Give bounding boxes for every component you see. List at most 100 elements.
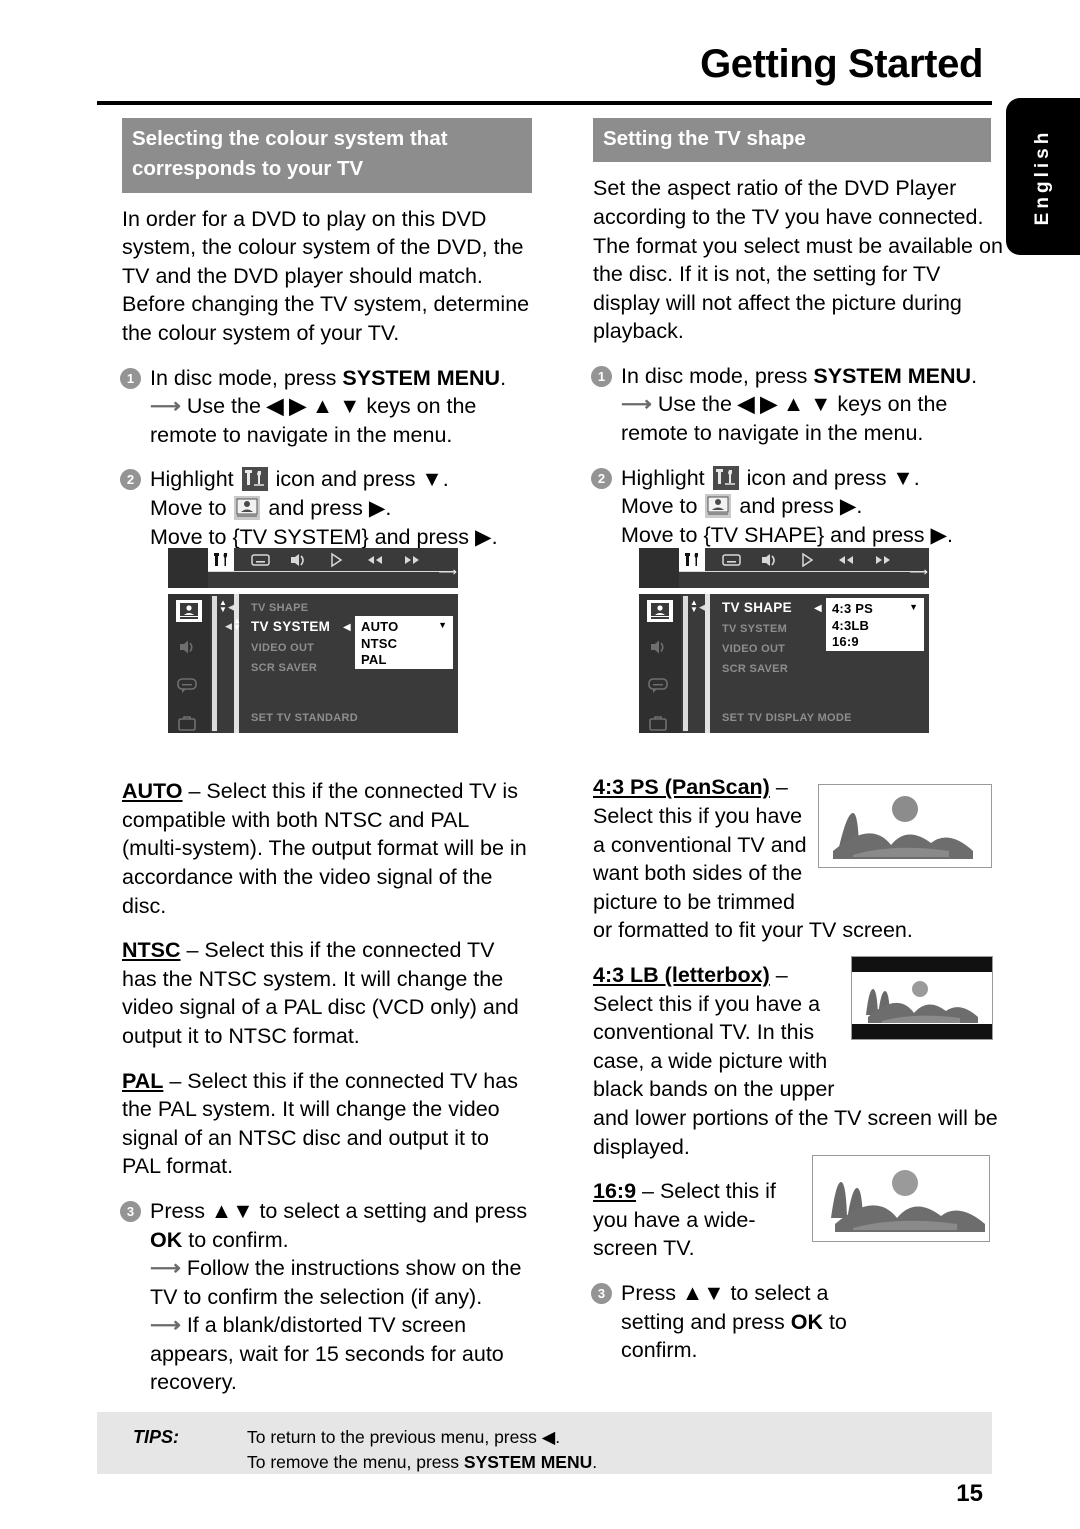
popup-left-caret-icon: ◀	[814, 603, 822, 614]
subtitle-category-icon[interactable]	[176, 676, 202, 698]
osd-top-toolbar: ⟶	[639, 548, 929, 588]
menu-item-scr-saver[interactable]: SCR SAVER	[251, 662, 317, 674]
left-step-1: 1 In disc mode, press SYSTEM MENU. ⟶ Use…	[120, 364, 532, 450]
tools-icon[interactable]	[212, 552, 233, 568]
option-term-ps: 4:3 PS (PanScan)	[593, 775, 770, 800]
tips-line-1: To return to the previous menu, press ◀.	[247, 1427, 561, 1447]
audio-category-icon[interactable]	[647, 638, 673, 660]
osd-category-rail	[168, 594, 210, 733]
menu-updown-indicator: ▲ ▼	[233, 616, 241, 632]
osd-category-rail	[639, 594, 681, 733]
step-text-before: Press ▲▼ to select a setting and press	[150, 1198, 528, 1223]
arrow-icon: ⟶	[150, 1256, 181, 1281]
step-text-after: .	[971, 363, 978, 388]
step-line2-after: and press ▶.	[733, 494, 863, 519]
osd-toolbar-gutter	[639, 548, 679, 588]
right-option-ps: 4:3 PS (PanScan) – Select this if you ha…	[593, 773, 818, 916]
video-category-icon[interactable]	[176, 600, 202, 622]
popup-option-ntsc[interactable]: NTSC	[361, 636, 447, 653]
audio-category-icon[interactable]	[176, 638, 202, 660]
language-tab: English	[1006, 98, 1080, 255]
preferences-category-icon[interactable]	[647, 714, 673, 736]
widescreen-thumbnail	[812, 1155, 990, 1242]
left-step-3: 3 Press ▲▼ to select a setting and press…	[120, 1197, 532, 1397]
tips-box: TIPS: To return to the previous menu, pr…	[97, 1412, 992, 1474]
fast-forward-icon[interactable]	[873, 552, 894, 568]
step-line2-before: Move to	[150, 496, 233, 520]
tips-label: TIPS:	[133, 1427, 180, 1447]
osd-body: ▲ ▼ ◀ TV SHAPE TV SYSTEM VIDEO OUT SCR SA…	[639, 594, 929, 733]
video-setup-icon	[234, 496, 261, 520]
fast-forward-icon[interactable]	[402, 552, 423, 568]
play-icon[interactable]	[326, 552, 347, 568]
right-option-169: 16:9 – Select this if you have a wide-sc…	[593, 1177, 808, 1263]
menu-item-tv-shape[interactable]: TV SHAPE	[722, 600, 792, 615]
setup-tools-icon	[241, 467, 268, 492]
osd-toolbar-icons	[679, 548, 929, 571]
menu-item-scr-saver[interactable]: SCR SAVER	[722, 663, 788, 675]
header-divider	[97, 101, 992, 105]
tools-icon[interactable]	[683, 552, 704, 568]
left-option-pal: PAL – Select this if the connected TV ha…	[122, 1067, 532, 1181]
osd-scrollbar[interactable]	[212, 596, 217, 731]
menu-item-tv-system[interactable]: TV SYSTEM	[251, 619, 330, 634]
step-number-badge: 3	[591, 1282, 612, 1304]
popup-option-auto[interactable]: AUTO	[361, 619, 447, 636]
osd-top-toolbar: ⟶	[168, 548, 458, 588]
substep-prefix: Use the	[657, 392, 738, 417]
right-intro-paragraph: Set the aspect ratio of the DVD Player a…	[593, 176, 1003, 344]
popup-left-caret-icon: ◀	[343, 622, 351, 633]
tips-line-2-after: .	[592, 1452, 598, 1473]
osd-toolbar-icons	[208, 548, 458, 571]
chevron-down-icon: ▼	[438, 620, 447, 630]
subtitle-icon[interactable]	[250, 552, 271, 568]
menu-item-video-out[interactable]: VIDEO OUT	[722, 643, 785, 655]
step-number-badge: 2	[591, 467, 612, 489]
step-line2-before: Move to	[621, 494, 704, 519]
menu-item-tv-system[interactable]: TV SYSTEM	[722, 623, 787, 635]
panscan-thumbnail	[818, 784, 992, 868]
right-option-lb: 4:3 LB (letterbox) – Select this if you …	[593, 961, 838, 1104]
subtitle-category-icon[interactable]	[647, 676, 673, 698]
tv-shape-popup: ▼ 4:3 PS 4:3LB 16:9	[826, 598, 924, 651]
step-line1-before: Highlight	[150, 467, 240, 492]
left-option-ntsc: NTSC – Select this if the connected TV h…	[122, 936, 532, 1050]
option-term-auto: AUTO	[122, 779, 183, 804]
popup-option-169[interactable]: 16:9	[832, 634, 918, 651]
step-line3: Move to {TV SYSTEM} and press ▶.	[150, 524, 498, 549]
osd-scrollbar[interactable]	[683, 596, 688, 731]
step-line1-after: icon and press ▼.	[740, 465, 920, 490]
osd-footer-hint: SET TV STANDARD	[251, 712, 358, 724]
arrow-icon: ⟶	[621, 392, 652, 417]
option-term-ntsc: NTSC	[122, 938, 181, 963]
preferences-category-icon[interactable]	[176, 714, 202, 736]
tips-line-2-before: To remove the menu, press	[247, 1452, 464, 1473]
menu-item-video-out[interactable]: VIDEO OUT	[251, 642, 314, 654]
ok-key-label: OK	[150, 1227, 183, 1252]
menu-item-tv-shape[interactable]: TV SHAPE	[251, 602, 308, 614]
ok-key-label: OK	[790, 1309, 823, 1334]
rewind-icon[interactable]	[835, 552, 856, 568]
substep-prefix: Use the	[186, 394, 267, 419]
popup-option-43lb[interactable]: 4:3LB	[832, 618, 918, 635]
video-setup-icon	[705, 494, 732, 519]
right-step-1: 1 In disc mode, press SYSTEM MENU. ⟶ Use…	[591, 362, 1003, 448]
play-icon[interactable]	[797, 552, 818, 568]
popup-option-43ps[interactable]: 4:3 PS	[832, 601, 918, 618]
audio-icon[interactable]	[759, 552, 780, 568]
right-step-3: 3 Press ▲▼ to select a setting and press…	[591, 1279, 886, 1365]
osd-toolbar-more-arrow: ⟶	[909, 564, 928, 579]
letterbox-thumbnail	[851, 956, 993, 1040]
audio-icon[interactable]	[288, 552, 309, 568]
step-text-after: to confirm.	[182, 1227, 289, 1252]
step-line1-after: icon and press ▼.	[269, 467, 449, 492]
option-term-pal: PAL	[122, 1068, 164, 1093]
step-number-badge: 1	[591, 365, 612, 387]
subtitle-icon[interactable]	[721, 552, 742, 568]
popup-option-pal[interactable]: PAL	[361, 652, 447, 669]
step3-substep-1: ⟶ Follow the instructions show on the TV…	[150, 1254, 532, 1311]
osd-toolbar-underline	[208, 571, 456, 572]
video-category-icon[interactable]	[647, 600, 673, 622]
step-number-badge: 3	[120, 1200, 141, 1222]
rewind-icon[interactable]	[364, 552, 385, 568]
